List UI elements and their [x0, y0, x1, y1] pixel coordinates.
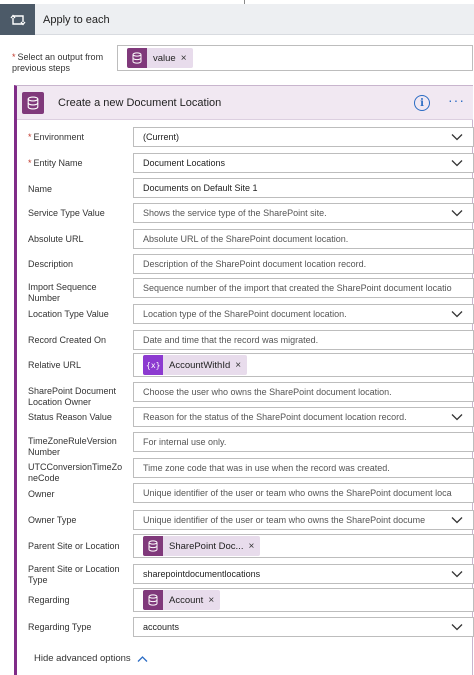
location-type-dropdown[interactable]: Location type of the SharePoint document…	[133, 304, 474, 324]
utc-timezone-input[interactable]: Time zone code that was in use when the …	[133, 458, 474, 478]
account-with-id-token[interactable]: {x} AccountWithId ×	[143, 355, 248, 375]
utc-timezone-label: UTCConversionTimeZoneCode	[28, 462, 123, 483]
svg-text:{x}: {x}	[146, 361, 160, 370]
apply-to-each-title: Apply to each	[43, 14, 110, 26]
parent-site-type-value: sharepointdocumentlocations	[143, 569, 261, 579]
apply-to-each-header[interactable]: Apply to each	[0, 4, 474, 35]
owner-label: Owner	[28, 489, 55, 499]
remove-token-icon[interactable]: ×	[181, 53, 193, 64]
record-created-label: Record Created On	[28, 335, 107, 345]
create-document-location-card: Create a new Document Location i ··· * En…	[14, 85, 474, 675]
environment-label: * Environment	[28, 132, 85, 142]
name-input[interactable]: Documents on Default Site 1	[133, 178, 474, 198]
remove-token-icon[interactable]: ×	[248, 541, 260, 552]
absolute-url-input[interactable]: Absolute URL of the SharePoint document …	[133, 229, 474, 249]
account-token[interactable]: Account ×	[143, 590, 221, 610]
description-label: Description	[28, 259, 74, 269]
chevron-down-icon	[451, 414, 463, 421]
database-icon	[22, 92, 44, 114]
utc-timezone-placeholder: Time zone code that was in use when the …	[143, 463, 390, 473]
parent-site-type-label: Parent Site or Location Type	[28, 564, 120, 585]
database-icon	[143, 536, 163, 556]
sharepoint-doc-token[interactable]: SharePoint Doc... ×	[143, 536, 261, 556]
sp-owner-input[interactable]: Choose the user who owns the SharePoint …	[133, 382, 474, 402]
service-type-dropdown[interactable]: Shows the service type of the SharePoint…	[133, 203, 474, 223]
more-options-icon[interactable]: ···	[448, 93, 465, 107]
timezone-rule-input[interactable]: For internal use only.	[133, 432, 474, 452]
owner-type-label: Owner Type	[28, 515, 77, 525]
name-label: Name	[28, 184, 53, 194]
service-type-label: Service Type Value	[28, 208, 105, 218]
name-value: Documents on Default Site 1	[143, 183, 258, 193]
absolute-url-label: Absolute URL	[28, 234, 84, 244]
relative-url-input[interactable]: {x} AccountWithId ×	[133, 353, 474, 377]
description-placeholder: Description of the SharePoint document l…	[143, 259, 367, 269]
entity-name-dropdown[interactable]: Document Locations	[133, 153, 474, 173]
chevron-down-icon	[451, 160, 463, 167]
chevron-down-icon	[451, 624, 463, 631]
select-output-label: * Select an output from previous steps	[12, 52, 104, 73]
record-created-input[interactable]: Date and time that the record was migrat…	[133, 330, 474, 350]
regarding-type-dropdown[interactable]: accounts	[133, 617, 474, 637]
loop-icon	[0, 4, 35, 35]
owner-type-dropdown[interactable]: Unique identifier of the user or team wh…	[133, 510, 474, 530]
database-icon	[143, 590, 163, 610]
regarding-type-value: accounts	[143, 622, 180, 632]
timezone-rule-label: TimeZoneRuleVersion Number	[28, 436, 117, 457]
parent-site-type-dropdown[interactable]: sharepointdocumentlocations	[133, 564, 474, 584]
environment-value: (Current)	[143, 132, 180, 142]
advanced-toggle-label: Hide advanced options	[34, 653, 131, 664]
info-icon[interactable]: i	[414, 95, 430, 111]
chevron-down-icon	[451, 311, 463, 318]
timezone-rule-placeholder: For internal use only.	[143, 437, 227, 447]
token-label: value	[153, 52, 176, 64]
chevron-down-icon	[451, 134, 463, 141]
token-label: Account	[169, 594, 204, 606]
regarding-type-label: Regarding Type	[28, 622, 92, 632]
owner-placeholder: Unique identifier of the user or team wh…	[143, 488, 452, 498]
sp-owner-placeholder: Choose the user who owns the SharePoint …	[143, 387, 392, 397]
parent-site-label: Parent Site or Location	[28, 541, 120, 551]
owner-type-placeholder: Unique identifier of the user or team wh…	[143, 515, 426, 525]
status-reason-dropdown[interactable]: Reason for the status of the SharePoint …	[133, 407, 474, 427]
entity-name-label: * Entity Name	[28, 158, 83, 168]
relative-url-label: Relative URL	[28, 360, 82, 370]
remove-token-icon[interactable]: ×	[235, 360, 247, 371]
service-type-placeholder: Shows the service type of the SharePoint…	[143, 208, 327, 218]
chevron-down-icon	[451, 210, 463, 217]
location-type-placeholder: Location type of the SharePoint document…	[143, 309, 347, 319]
environment-dropdown[interactable]: (Current)	[133, 127, 474, 147]
entity-name-value: Document Locations	[143, 158, 226, 168]
absolute-url-placeholder: Absolute URL of the SharePoint document …	[143, 234, 349, 244]
hide-advanced-options-link[interactable]: Hide advanced options	[34, 653, 148, 664]
record-created-placeholder: Date and time that the record was migrat…	[143, 335, 319, 345]
import-sequence-input[interactable]: Sequence number of the import that creat…	[133, 278, 474, 298]
description-input[interactable]: Description of the SharePoint document l…	[133, 254, 474, 274]
location-type-label: Location Type Value	[28, 309, 109, 319]
regarding-input[interactable]: Account ×	[133, 588, 474, 612]
status-reason-placeholder: Reason for the status of the SharePoint …	[143, 412, 407, 422]
regarding-label: Regarding	[28, 595, 70, 605]
card-title: Create a new Document Location	[58, 97, 222, 109]
chevron-down-icon	[451, 571, 463, 578]
token-label: AccountWithId	[169, 359, 231, 371]
sp-owner-label: SharePoint Document Location Owner	[28, 386, 117, 407]
import-sequence-placeholder: Sequence number of the import that creat…	[143, 283, 452, 293]
remove-token-icon[interactable]: ×	[208, 595, 220, 606]
value-token[interactable]: value ×	[127, 48, 193, 68]
parent-site-input[interactable]: SharePoint Doc... ×	[133, 534, 474, 558]
select-output-field[interactable]: value ×	[117, 45, 473, 71]
database-icon	[127, 48, 147, 68]
token-label: SharePoint Doc...	[169, 540, 244, 552]
owner-input[interactable]: Unique identifier of the user or team wh…	[133, 483, 474, 503]
card-header[interactable]: Create a new Document Location i ···	[17, 86, 473, 120]
import-sequence-label: Import Sequence Number	[28, 282, 97, 303]
status-reason-label: Status Reason Value	[28, 412, 112, 422]
expression-icon: {x}	[143, 355, 163, 375]
chevron-down-icon	[451, 517, 463, 524]
chevron-up-icon	[137, 655, 148, 662]
